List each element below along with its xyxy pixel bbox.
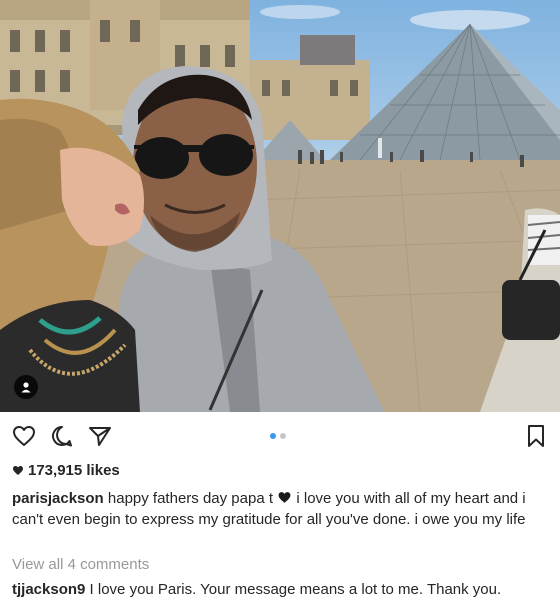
post-photo[interactable]: [0, 0, 560, 412]
caption-text-part1: happy fathers day papa t: [107, 490, 274, 507]
user-tag-icon[interactable]: [14, 375, 38, 399]
bookmark-icon[interactable]: [522, 422, 550, 450]
caption-username[interactable]: parisjackson: [12, 490, 104, 507]
carousel-indicator: [270, 433, 286, 439]
carousel-dot: [280, 433, 286, 439]
likes-count[interactable]: 173,915 likes: [12, 462, 120, 479]
post-caption: parisjackson happy fathers day papa t i …: [12, 488, 552, 530]
louvre-photo-illustration: [0, 0, 560, 412]
heart-outline-icon[interactable]: [10, 422, 38, 450]
comment-text: I love you Paris. Your message means a l…: [89, 581, 502, 598]
heart-filled-icon: [13, 466, 23, 475]
comment-username[interactable]: tjjackson9: [12, 581, 85, 598]
post-action-bar: [0, 412, 560, 460]
paper-plane-icon[interactable]: [86, 422, 114, 450]
view-all-comments-link[interactable]: View all 4 comments: [12, 556, 149, 573]
comment-item: tjjackson9 I love you Paris. Your messag…: [12, 580, 558, 600]
likes-count-text: 173,915 likes: [28, 462, 120, 479]
carousel-dot-active: [270, 433, 276, 439]
speech-bubble-icon[interactable]: [48, 422, 76, 450]
black-heart-emoji-icon: [278, 492, 291, 503]
